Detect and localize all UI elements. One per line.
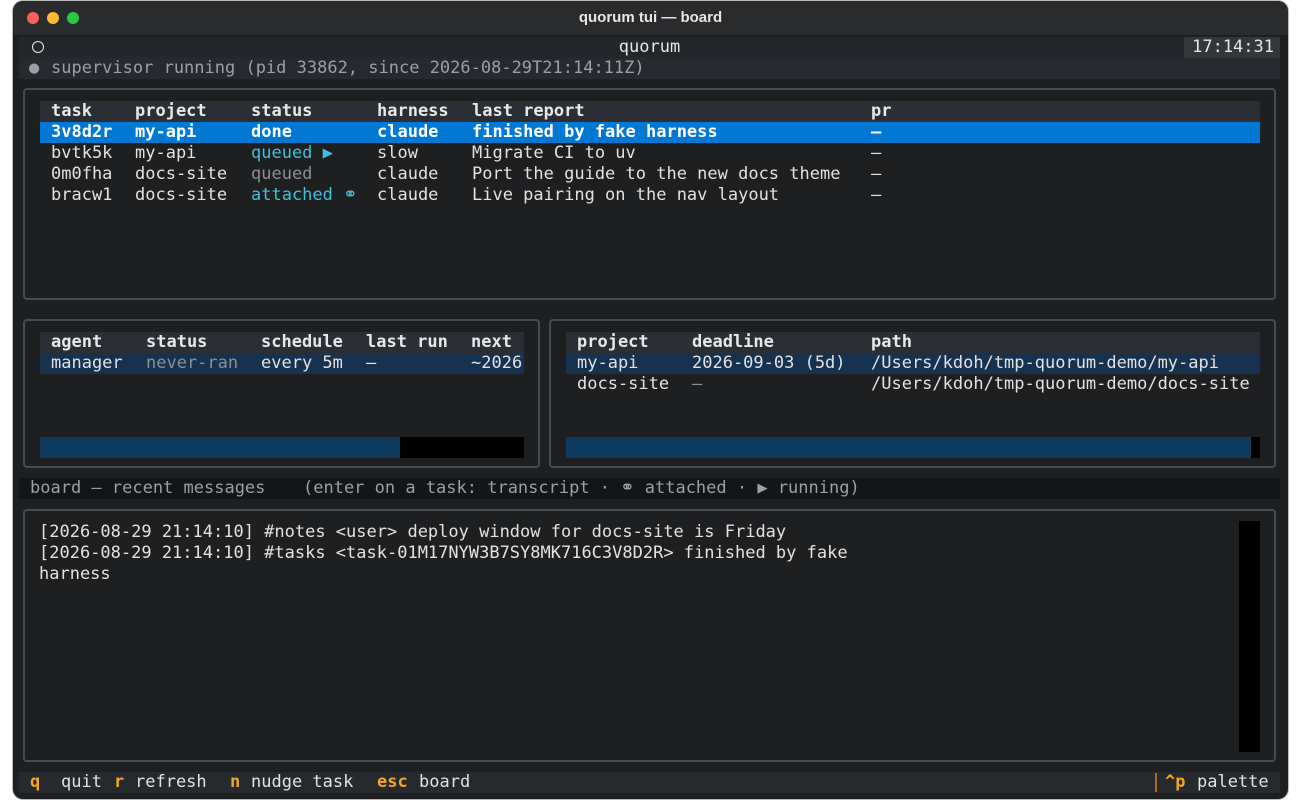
palette-label[interactable]: palette bbox=[1197, 772, 1269, 793]
window-title: quorum tui — board bbox=[578, 9, 723, 26]
task-harness: claude bbox=[377, 164, 439, 184]
task-harness: slow bbox=[377, 143, 418, 163]
messages-vertical-scrollbar[interactable] bbox=[1239, 521, 1260, 752]
agent-next: ~2026 bbox=[471, 353, 523, 373]
column-header-next[interactable]: next bbox=[471, 332, 512, 353]
task-status: queued ▶ bbox=[251, 143, 333, 163]
task-row[interactable]: 0m0fha docs-site queued claude Port the … bbox=[40, 164, 1260, 185]
column-header-agent[interactable]: agent bbox=[51, 332, 102, 353]
task-project: my-api bbox=[135, 122, 197, 142]
task-last-report: Live pairing on the nav layout bbox=[472, 185, 780, 205]
project-row[interactable]: my-api 2026-09-03 (5d) /Users/kdoh/tmp-q… bbox=[566, 353, 1260, 374]
task-pr: — bbox=[871, 143, 882, 163]
agents-horizontal-scrollbar[interactable] bbox=[40, 437, 524, 458]
messages-panel: [2026-08-29 21:14:10] #notes <user> depl… bbox=[23, 509, 1276, 762]
task-row[interactable]: bracw1 docs-site attached ⚭ claude Live … bbox=[40, 185, 1260, 206]
agents-scrollbar-thumb[interactable] bbox=[40, 437, 400, 458]
project-row[interactable]: docs-site — /Users/kdoh/tmp-quorum-demo/… bbox=[566, 374, 1260, 395]
supervisor-text: supervisor running (pid 33862, since 202… bbox=[51, 58, 645, 78]
title-bar: quorum tui — board bbox=[13, 1, 1288, 35]
nudge-task-label[interactable]: nudge task bbox=[251, 772, 353, 793]
agent-status: never-ran bbox=[146, 353, 239, 373]
column-header-status[interactable]: status bbox=[251, 101, 312, 122]
task-pr: — bbox=[871, 164, 882, 184]
task-last-report: Migrate CI to uv bbox=[472, 143, 636, 163]
column-header-schedule[interactable]: schedule bbox=[261, 332, 343, 353]
column-header-project[interactable]: project bbox=[135, 101, 207, 122]
projects-horizontal-scrollbar[interactable] bbox=[566, 437, 1260, 458]
agent-last-run: — bbox=[366, 353, 377, 373]
project-deadline: 2026-09-03 (5d) bbox=[692, 353, 846, 373]
supervisor-status: ● supervisor running (pid 33862, since 2… bbox=[19, 58, 1280, 79]
task-row[interactable]: bvtk5k my-api queued ▶ slow Migrate CI t… bbox=[40, 143, 1260, 164]
projects-scrollbar-thumb[interactable] bbox=[566, 437, 1251, 458]
quit-key[interactable]: q bbox=[30, 772, 40, 793]
project-path: /Users/kdoh/tmp-quorum-demo/my-api bbox=[871, 353, 1219, 373]
task-project: docs-site bbox=[135, 164, 228, 184]
task-status: queued bbox=[251, 164, 313, 184]
projects-table-header: project deadline path bbox=[566, 332, 1260, 353]
nudge-task-key[interactable]: n bbox=[230, 772, 240, 793]
messages-section-title: board — recent messages bbox=[30, 478, 266, 498]
message-line: harness bbox=[39, 564, 111, 584]
column-header-pr[interactable]: pr bbox=[871, 101, 891, 122]
task-id: bracw1 bbox=[51, 185, 113, 205]
agents-table-header: agent status schedule last run next bbox=[40, 332, 524, 353]
projects-panel: project deadline path my-api 2026-09-03 … bbox=[549, 319, 1276, 468]
tasks-panel: task project status harness last report … bbox=[23, 88, 1276, 300]
column-header-last-run[interactable]: last run bbox=[366, 332, 448, 353]
terminal-window: quorum tui — board quorum 17:14:31 ● sup… bbox=[13, 1, 1288, 799]
task-harness: claude bbox=[377, 185, 439, 205]
task-project: docs-site bbox=[135, 185, 228, 205]
board-key[interactable]: esc bbox=[377, 772, 408, 793]
task-id: 3v8d2r bbox=[51, 122, 113, 142]
task-project: my-api bbox=[135, 143, 197, 163]
app-header: quorum 17:14:31 bbox=[19, 37, 1280, 58]
tasks-table-header: task project status harness last report … bbox=[40, 101, 1260, 122]
refresh-label[interactable]: refresh bbox=[135, 772, 207, 793]
task-status: attached ⚭ bbox=[251, 185, 358, 205]
column-header-deadline[interactable]: deadline bbox=[692, 332, 774, 353]
project-path: /Users/kdoh/tmp-quorum-demo/docs-site bbox=[871, 374, 1250, 394]
task-last-report: Port the guide to the new docs theme bbox=[472, 164, 841, 184]
task-harness: claude bbox=[377, 122, 439, 142]
project-deadline: — bbox=[692, 374, 703, 394]
message-line: [2026-08-29 21:14:10] #tasks <task-01M17… bbox=[39, 543, 848, 563]
message-line: [2026-08-29 21:14:10] #notes <user> depl… bbox=[39, 522, 787, 542]
column-header-path[interactable]: path bbox=[871, 332, 912, 353]
column-header-harness[interactable]: harness bbox=[377, 101, 449, 122]
quit-label[interactable]: quit bbox=[61, 772, 102, 793]
agent-name: manager bbox=[51, 353, 123, 373]
column-header-last-report[interactable]: last report bbox=[472, 101, 585, 122]
project-name: my-api bbox=[577, 353, 639, 373]
agent-schedule: every 5m bbox=[261, 353, 343, 373]
header-clock: 17:14:31 bbox=[1184, 37, 1280, 58]
palette-key[interactable]: ^p bbox=[1165, 772, 1185, 793]
task-id: 0m0fha bbox=[51, 164, 113, 184]
task-id: bvtk5k bbox=[51, 143, 113, 163]
task-pr: — bbox=[871, 122, 882, 142]
task-status: done bbox=[251, 122, 292, 142]
app-title: quorum bbox=[618, 37, 681, 57]
column-header-task[interactable]: task bbox=[51, 101, 92, 122]
messages-section-bar: board — recent messages (enter on a task… bbox=[19, 478, 1280, 499]
messages-section-hint: (enter on a task: transcript · ⚭ attache… bbox=[303, 478, 860, 498]
project-name: docs-site bbox=[577, 374, 670, 394]
task-last-report: finished by fake harness bbox=[472, 122, 718, 142]
agents-panel: agent status schedule last run next mana… bbox=[23, 319, 540, 468]
refresh-key[interactable]: r bbox=[114, 772, 124, 793]
palette-divider bbox=[1155, 773, 1157, 792]
task-pr: — bbox=[871, 185, 882, 205]
board-label[interactable]: board bbox=[419, 772, 470, 793]
agent-row[interactable]: manager never-ran every 5m — ~2026 bbox=[40, 353, 524, 374]
column-header-status[interactable]: status bbox=[146, 332, 207, 353]
keybinding-footer: q quit r refresh n nudge task esc board … bbox=[19, 772, 1280, 793]
status-dot-icon: ● bbox=[29, 58, 40, 78]
task-row-selected[interactable]: 3v8d2r my-api done claude finished by fa… bbox=[40, 122, 1260, 143]
column-header-project[interactable]: project bbox=[577, 332, 649, 353]
